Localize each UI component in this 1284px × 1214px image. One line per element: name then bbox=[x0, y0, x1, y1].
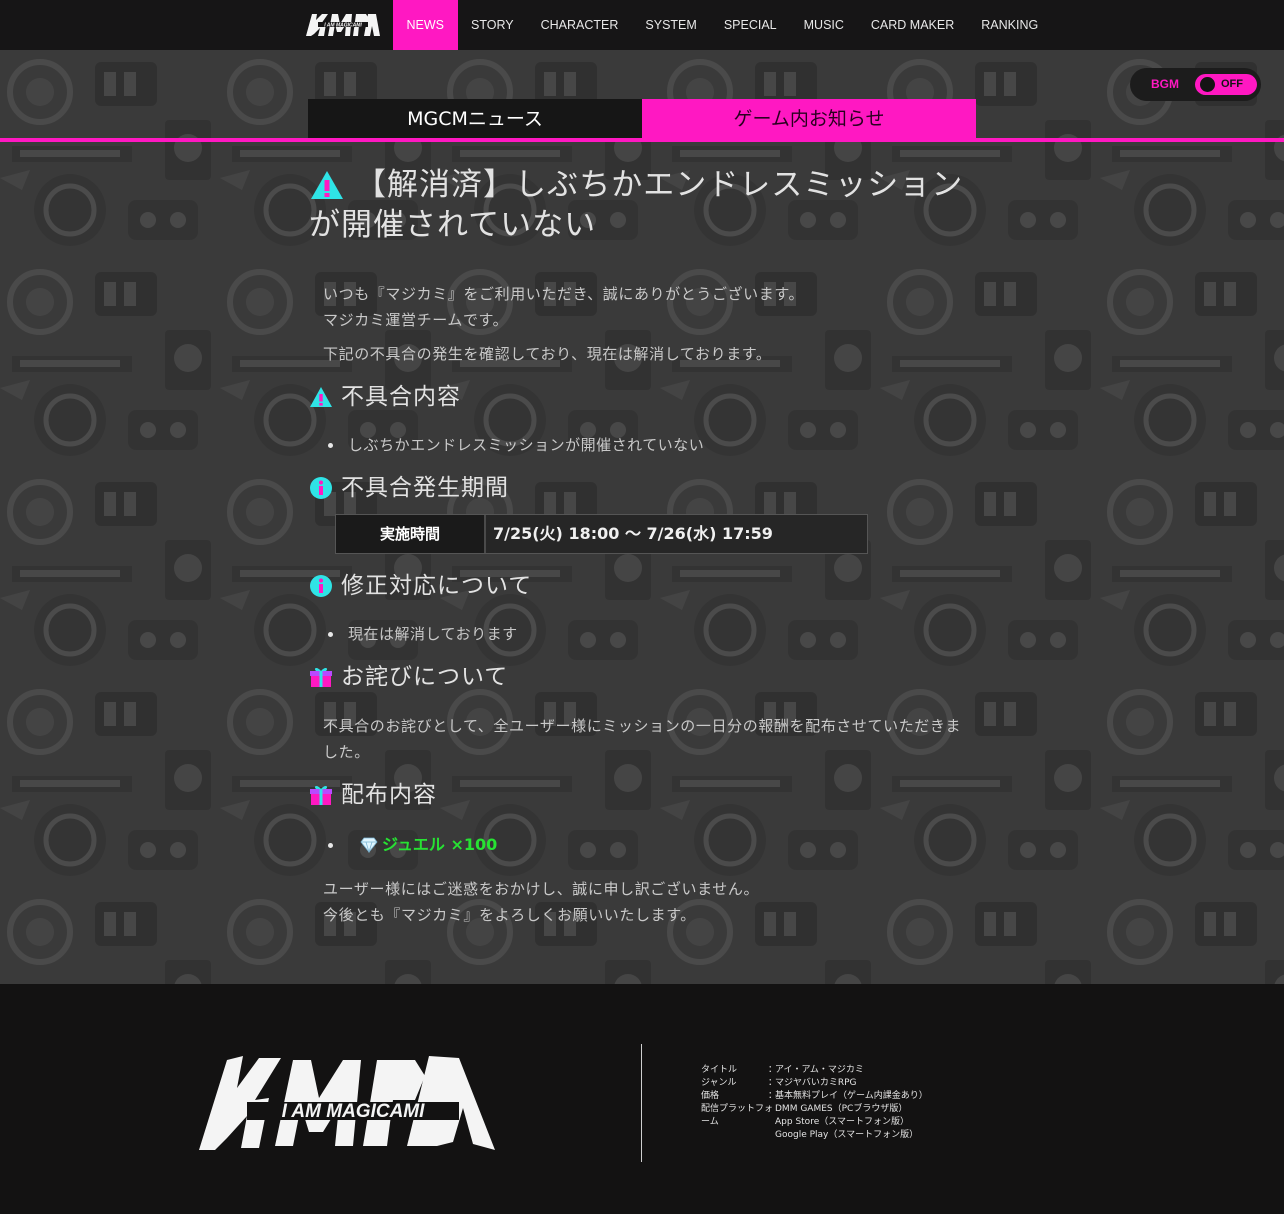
svg-text:I AM MAGICAMI: I AM MAGICAMI bbox=[282, 1101, 426, 1122]
gem-icon bbox=[360, 837, 378, 853]
info-row-platform: 配信プラットフォーム DMM GAMES（PCブラウザ版） App Store（ス… bbox=[701, 1104, 919, 1140]
outro-line-2: 今後とも『マジカミ』をよろしくお願いいたします。 bbox=[323, 906, 696, 924]
tab-underline bbox=[0, 138, 1284, 142]
info-row-price: 価格：基本無料プレイ（ゲーム内課金あり） bbox=[701, 1091, 928, 1101]
footer-divider bbox=[641, 1044, 642, 1162]
reward-list-item: ジュエル ×100 bbox=[327, 834, 498, 856]
section-reward-title: 配布内容 bbox=[341, 782, 437, 808]
period-table: 実施時間 7/25(火) 18:00 〜 7/26(水) 17:59 bbox=[335, 514, 868, 554]
apology-text: 不具合のお詫びとして、全ユーザー様にミッションの一日分の報酬を配布させていただき… bbox=[323, 717, 962, 761]
section-apology-title: お詫びについて bbox=[341, 664, 509, 690]
gift-icon bbox=[310, 667, 332, 687]
reward-text: ジュエル ×100 bbox=[382, 835, 498, 854]
section-apology-heading: お詫びについて bbox=[309, 662, 508, 692]
bgm-control: BGM OFF bbox=[1130, 68, 1261, 101]
section-fix-title: 修正対応について bbox=[341, 573, 533, 599]
article-title: 【解消済】しぶちかエンドレスミッションが開催されていない bbox=[309, 165, 979, 245]
period-value: 7/25(火) 18:00 〜 7/26(水) 17:59 bbox=[486, 515, 867, 553]
footer-logo[interactable]: I AM MAGICAMI bbox=[197, 1054, 497, 1152]
period-label: 実施時間 bbox=[336, 515, 486, 553]
intro-line-3: 下記の不具合の発生を確認しており、現在は解消しております。 bbox=[323, 345, 772, 363]
site-logo[interactable]: I AM MAGICAMI bbox=[304, 10, 382, 38]
section-period-heading: 不具合発生期間 bbox=[309, 473, 509, 503]
nav-system[interactable]: SYSTEM bbox=[632, 0, 710, 50]
intro-line-1: いつも『マジカミ』をご利用いただき、誠にありがとうございます。 bbox=[323, 285, 805, 303]
top-nav: I AM MAGICAMI NEWS STORY CHARACTER SYSTE… bbox=[0, 0, 1284, 50]
nav-ranking[interactable]: RANKING bbox=[968, 0, 1052, 50]
svg-text:I AM MAGICAMI: I AM MAGICAMI bbox=[324, 23, 362, 29]
outro-text: ユーザー様にはご迷惑をおかけし、誠に申し訳ございません。 今後とも『マジカミ』を… bbox=[323, 876, 759, 928]
intro-line-2: マジカミ運営チームです。 bbox=[323, 311, 509, 329]
nav-menu: NEWS STORY CHARACTER SYSTEM SPECIAL MUSI… bbox=[393, 0, 1052, 50]
game-info: タイトル：アイ・アム・マジカミ ジャンル：マジヤバいカミRPG 価格：基本無料プ… bbox=[701, 1064, 935, 1142]
nav-news[interactable]: NEWS bbox=[393, 0, 458, 50]
warning-icon bbox=[310, 387, 332, 407]
nav-special[interactable]: SPECIAL bbox=[710, 0, 790, 50]
gift-icon bbox=[310, 785, 332, 805]
info-row-title: タイトル：アイ・アム・マジカミ bbox=[701, 1065, 864, 1075]
section-reward-heading: 配布内容 bbox=[309, 780, 437, 810]
section-fix-heading: 修正対応について bbox=[309, 571, 532, 601]
tab-ingame-notice[interactable]: ゲーム内お知らせ bbox=[642, 99, 976, 138]
bgm-toggle[interactable]: OFF bbox=[1195, 74, 1257, 95]
info-icon bbox=[310, 575, 332, 597]
section-issue-title: 不具合内容 bbox=[341, 384, 461, 410]
fix-list-item: 現在は解消しております bbox=[328, 624, 518, 644]
nav-card-maker[interactable]: CARD MAKER bbox=[857, 0, 967, 50]
section-issue-heading: 不具合内容 bbox=[309, 382, 461, 412]
issue-list-item: しぶちかエンドレスミッションが開催されていない bbox=[327, 435, 704, 455]
section-period-title: 不具合発生期間 bbox=[341, 475, 509, 501]
news-tabs: MGCMニュース ゲーム内お知らせ bbox=[308, 99, 976, 138]
intro-text: いつも『マジカミ』をご利用いただき、誠にありがとうございます。 マジカミ運営チー… bbox=[323, 281, 804, 333]
footer: I AM MAGICAMI タイトル：アイ・アム・マジカミ ジャンル：マジヤバい… bbox=[0, 984, 1284, 1214]
main-content: BGM OFF MGCMニュース ゲーム内お知らせ 【解消済】しぶちかエンドレス… bbox=[0, 50, 1284, 984]
bgm-state: OFF bbox=[1221, 78, 1243, 90]
nav-story[interactable]: STORY bbox=[458, 0, 528, 50]
bgm-toggle-knob bbox=[1200, 77, 1215, 92]
nav-music[interactable]: MUSIC bbox=[790, 0, 857, 50]
nav-character[interactable]: CHARACTER bbox=[527, 0, 632, 50]
info-icon bbox=[310, 477, 332, 499]
warning-icon bbox=[311, 171, 343, 199]
outro-line-1: ユーザー様にはご迷惑をおかけし、誠に申し訳ございません。 bbox=[323, 880, 760, 898]
article-title-text: 【解消済】しぶちかエンドレスミッションが開催されていない bbox=[309, 167, 964, 243]
tab-mgcm-news[interactable]: MGCMニュース bbox=[308, 99, 642, 138]
bgm-label: BGM bbox=[1151, 77, 1179, 91]
info-row-genre: ジャンル：マジヤバいカミRPG bbox=[701, 1078, 857, 1088]
